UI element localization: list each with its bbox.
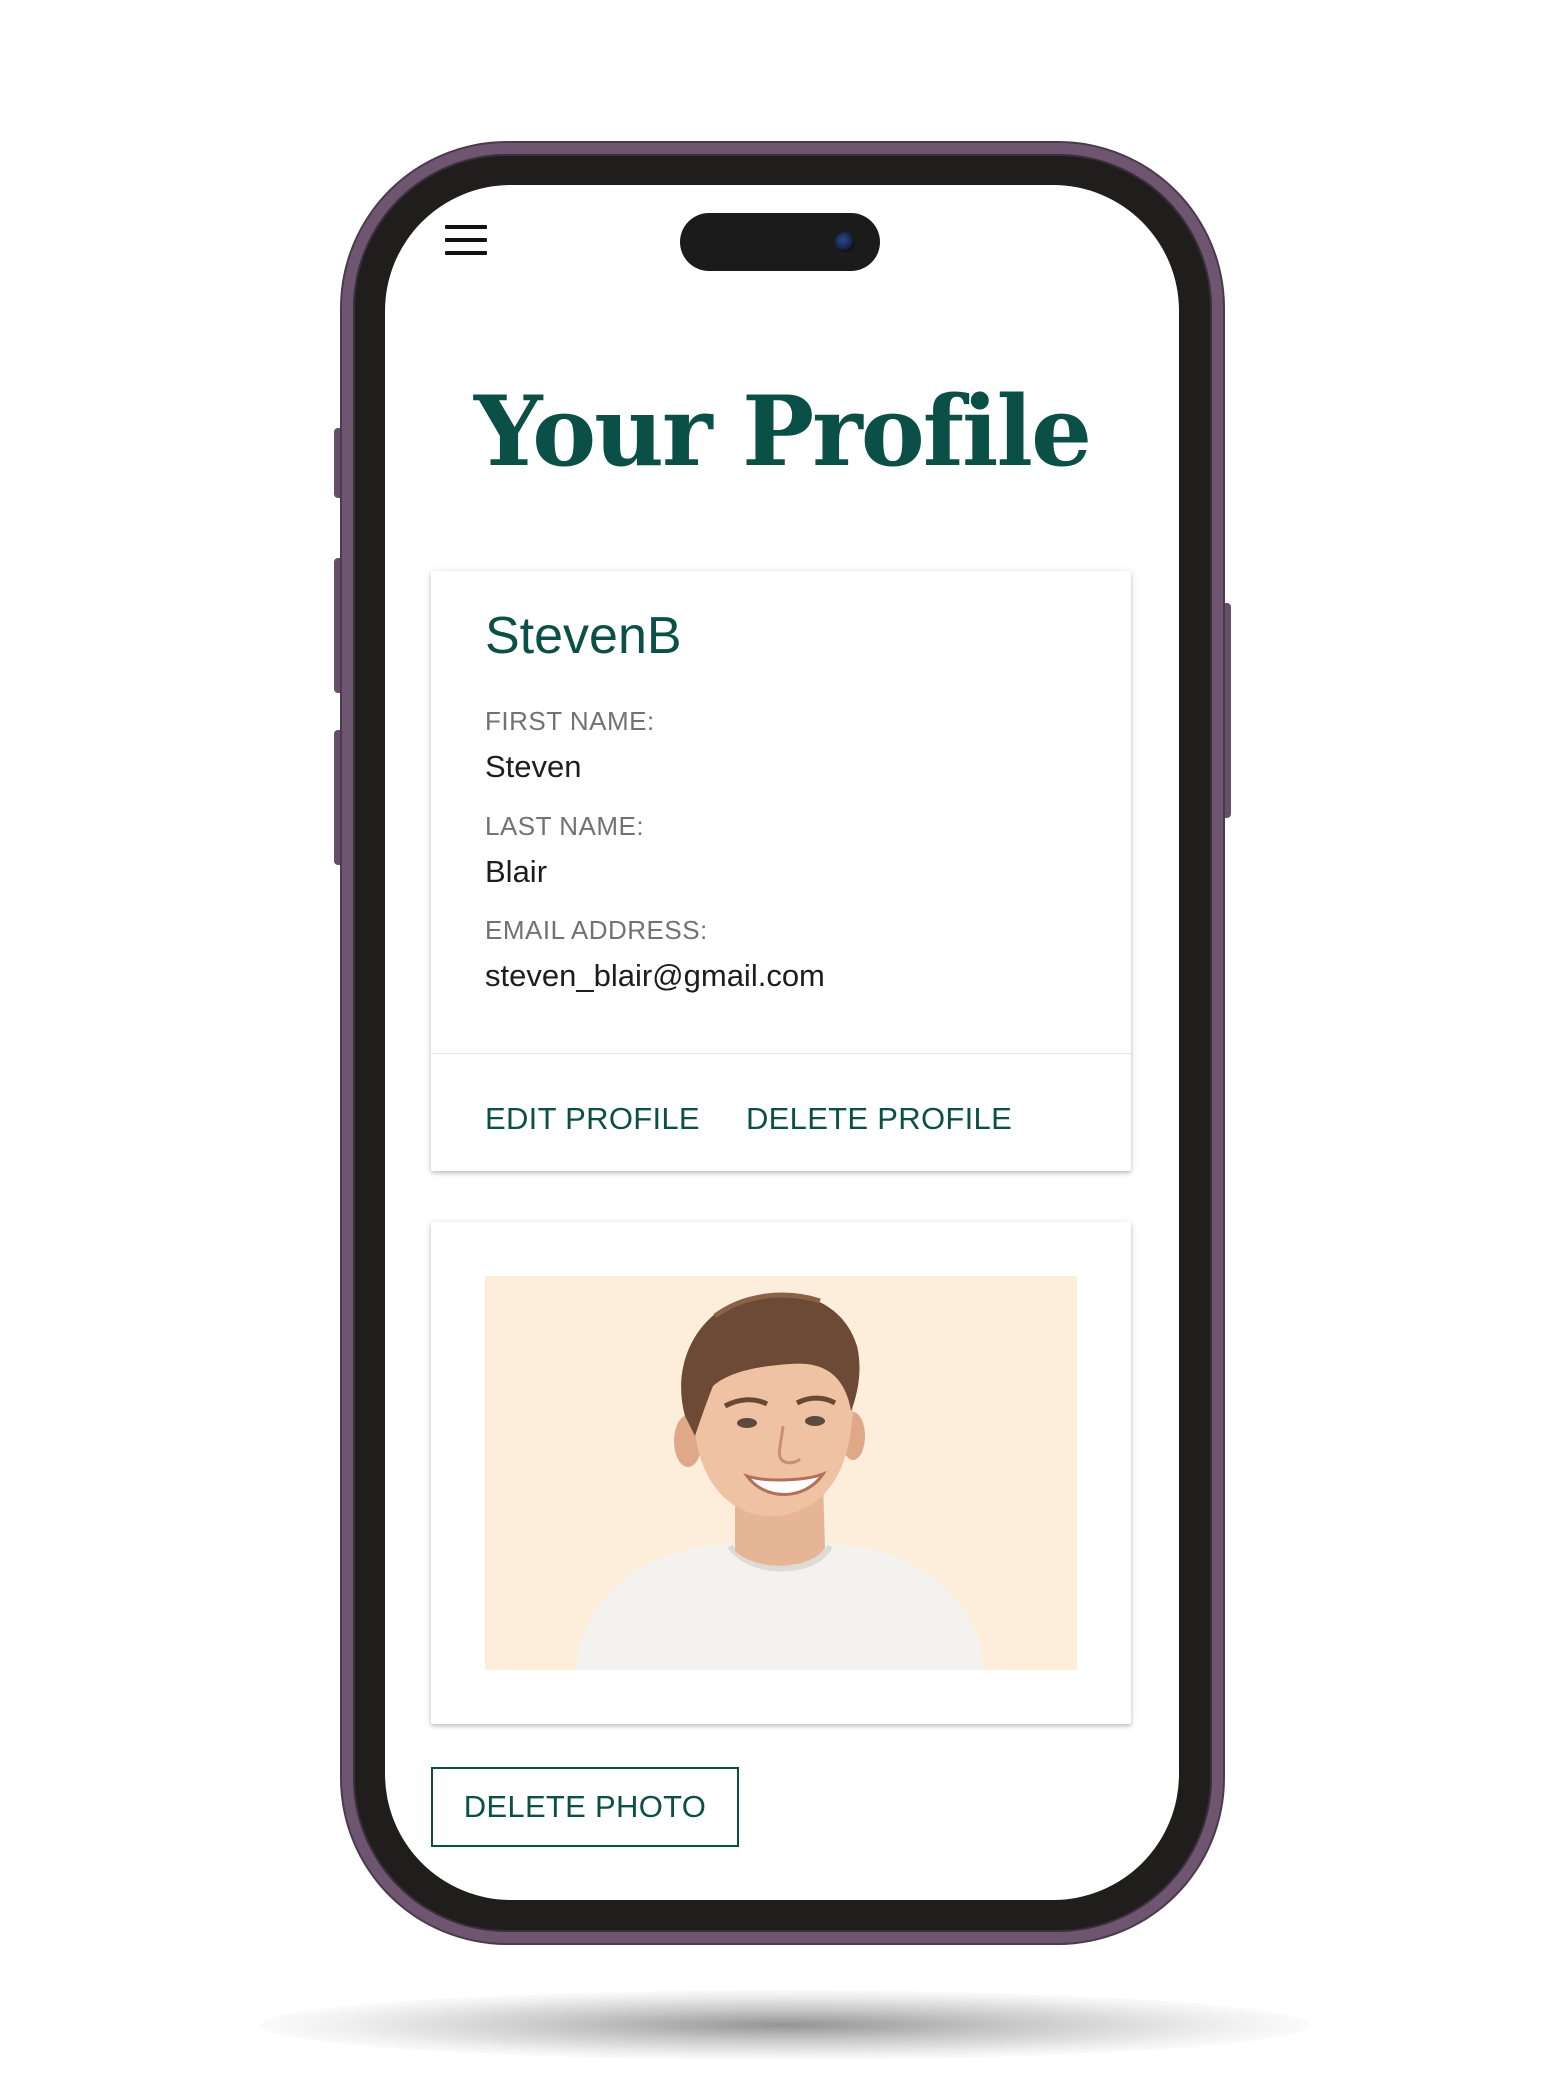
hamburger-menu-icon[interactable] [445,225,487,255]
last-name-label: LAST NAME: [485,811,645,841]
front-camera-icon [835,232,855,252]
email-label: EMAIL ADDRESS: [485,915,708,945]
last-name-value: Blair [485,854,548,889]
dynamic-island [680,213,880,271]
photo-card [431,1222,1131,1724]
profile-card: StevenB FIRST NAME: Steven LAST NAME: Bl… [431,571,1131,1171]
edit-profile-button[interactable]: EDIT PROFILE [485,1101,700,1137]
first-name-label: FIRST NAME: [485,706,655,736]
card-divider [431,1053,1131,1054]
first-name-value: Steven [485,749,582,784]
delete-photo-button[interactable]: DELETE PHOTO [431,1767,739,1847]
profile-photo [485,1276,1077,1670]
phone-floor-shadow [260,1990,1310,2060]
profile-username: StevenB [485,607,682,665]
phone-screen: Your Profile StevenB FIRST NAME: Steven … [385,185,1179,1900]
page-title: Your Profile [473,375,1092,488]
profile-photo-illustration [485,1276,1077,1670]
email-value: steven_blair@gmail.com [485,958,825,993]
delete-profile-button[interactable]: DELETE PROFILE [746,1101,1012,1137]
